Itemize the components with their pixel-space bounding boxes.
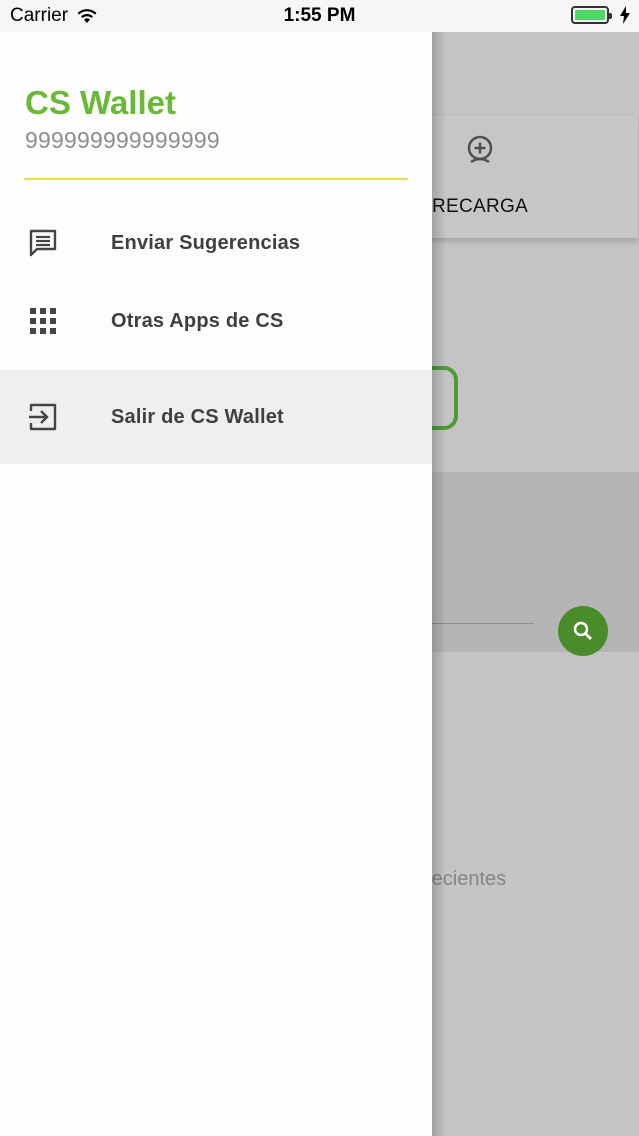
add-money-icon[interactable] bbox=[466, 134, 494, 166]
charging-bolt-icon bbox=[620, 6, 630, 24]
app-title: CS Wallet bbox=[25, 84, 176, 121]
menu-item-salir[interactable]: Salir de CS Wallet bbox=[0, 370, 432, 464]
header-divider bbox=[24, 178, 408, 180]
apps-grid-icon bbox=[28, 306, 58, 336]
menu-label-otras-apps: Otras Apps de CS bbox=[111, 309, 284, 332]
search-icon bbox=[573, 621, 592, 640]
search-button[interactable] bbox=[558, 606, 608, 656]
account-number: 999999999999999 bbox=[25, 127, 220, 153]
navigation-drawer: CS Wallet 999999999999999 Enviar Sugeren… bbox=[0, 32, 432, 1136]
menu-label-salir: Salir de CS Wallet bbox=[111, 405, 284, 428]
logout-icon bbox=[28, 402, 58, 432]
status-right bbox=[571, 6, 631, 24]
drawer-shadow bbox=[432, 32, 446, 1136]
feedback-icon bbox=[28, 228, 58, 258]
menu-item-enviar-sugerencias[interactable]: Enviar Sugerencias bbox=[0, 204, 432, 282]
battery-icon bbox=[571, 6, 612, 24]
menu-label-enviar-sugerencias: Enviar Sugerencias bbox=[111, 231, 301, 254]
status-bar: Carrier 1:55 PM bbox=[0, 0, 639, 32]
menu-item-otras-apps[interactable]: Otras Apps de CS bbox=[0, 282, 432, 360]
recarga-label: RECARGA bbox=[432, 196, 529, 217]
status-time: 1:55 PM bbox=[283, 5, 356, 26]
